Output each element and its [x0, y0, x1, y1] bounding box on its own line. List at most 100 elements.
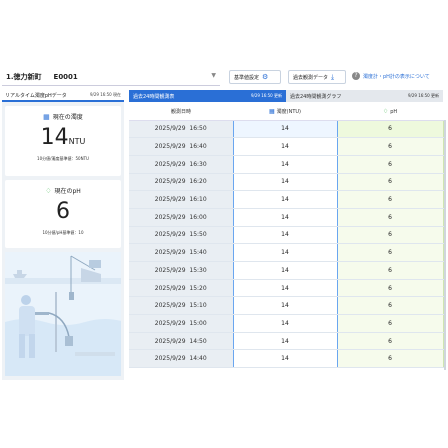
- table-row: 2025/9/29 15:20 14 6: [129, 279, 444, 298]
- table-row: 2025/9/29 14:50 14 6: [129, 332, 444, 351]
- cell-datetime: 2025/9/29 14:40: [129, 349, 233, 369]
- cell-turbidity: 14: [232, 279, 338, 298]
- building-icon: ▦: [43, 112, 50, 121]
- cell-turbidity: 14: [232, 332, 338, 351]
- drop-icon: ♢: [45, 186, 52, 195]
- cell-time: 15:00: [189, 319, 207, 327]
- cell-datetime: 2025/9/29 15:40: [129, 243, 233, 262]
- cell-ph: 6: [337, 208, 444, 227]
- cell-ph: 6: [337, 279, 444, 298]
- cell-turbidity: 14: [232, 314, 338, 333]
- cell-ph: 6: [337, 190, 444, 209]
- cell-date: 2025/9/29: [154, 266, 186, 274]
- cell-date: 2025/9/29: [154, 231, 186, 239]
- station-name: 1.徳力新町: [6, 72, 42, 81]
- cell-time: 16:10: [189, 196, 207, 204]
- past-data-label: 過去観測データ: [293, 74, 329, 81]
- cell-date: 2025/9/29: [154, 337, 186, 345]
- ph-label-row: ♢ 現在のpH: [5, 186, 121, 196]
- cell-turbidity: 14: [232, 226, 338, 245]
- cell-ph: 6: [337, 332, 444, 351]
- cell-datetime: 2025/9/29 15:20: [129, 279, 233, 298]
- cell-datetime: 2025/9/29 15:00: [129, 314, 233, 333]
- chevron-down-icon: ▼: [211, 72, 216, 79]
- cell-time: 15:10: [189, 302, 207, 310]
- table-row: 2025/9/29 15:10 14 6: [129, 296, 444, 316]
- cell-time: 16:40: [189, 143, 207, 151]
- past-data-button[interactable]: 過去観測データ ⤓: [288, 70, 346, 84]
- cell-datetime: 2025/9/29 16:50: [129, 120, 233, 139]
- cell-date: 2025/9/29: [154, 125, 186, 133]
- history-panel: 過去24時間観測表 9/29 16:50 更新 過去24時間観測グラフ 9/29…: [129, 90, 446, 380]
- cell-time: 14:40: [189, 355, 207, 363]
- cell-ph: 6: [337, 314, 444, 333]
- cell-turbidity: 14: [232, 261, 338, 280]
- construction-illustration: [5, 252, 121, 376]
- cell-date: 2025/9/29: [154, 160, 186, 168]
- cell-datetime: 2025/9/29 16:00: [129, 208, 233, 227]
- cell-ph: 6: [337, 349, 444, 369]
- ph-standard: 10分値/pH基準値：10: [42, 230, 84, 235]
- cell-date: 2025/9/29: [154, 284, 186, 292]
- table-row: 2025/9/29 15:40 14 6: [129, 243, 444, 262]
- realtime-panel-title: リアルタイム濁度pHデータ: [5, 92, 67, 99]
- table-row: 2025/9/29 16:40 14 6: [129, 137, 444, 156]
- table-row: 2025/9/29 16:30 14 6: [129, 155, 444, 174]
- cell-ph: 6: [337, 173, 444, 192]
- turbidity-unit: NTU: [68, 137, 86, 146]
- tab-24h-graph[interactable]: 過去24時間観測グラフ 9/29 16:50 更新: [286, 90, 443, 102]
- cell-ph: 6: [337, 137, 444, 156]
- cell-datetime: 2025/9/29 16:40: [129, 137, 233, 156]
- cell-date: 2025/9/29: [154, 319, 186, 327]
- tab-24h-table[interactable]: 過去24時間観測表 9/29 16:50 更新: [129, 90, 286, 102]
- station-code: E0001: [53, 72, 78, 81]
- cell-datetime: 2025/9/29 16:10: [129, 190, 233, 209]
- turbidity-value: 14: [40, 125, 69, 150]
- cell-ph: 6: [337, 226, 444, 245]
- building-icon: ▦: [268, 108, 275, 116]
- cell-time: 16:30: [189, 160, 207, 168]
- cell-time: 14:50: [189, 337, 207, 345]
- station-select[interactable]: 1.徳力新町 E0001 ▼: [2, 68, 220, 86]
- table-row: 2025/9/29 16:10 14 6: [129, 190, 444, 209]
- cell-date: 2025/9/29: [154, 178, 186, 186]
- standard-settings-button[interactable]: 基準値設定 ⚙: [229, 70, 281, 84]
- cell-turbidity: 14: [232, 155, 338, 174]
- table-scrollbar[interactable]: [444, 120, 446, 370]
- header-turbidity-label: 濁度(NTU): [276, 109, 302, 116]
- turbidity-value-row: 14NTU: [5, 125, 121, 150]
- cell-date: 2025/9/29: [154, 249, 186, 257]
- help-icon: ?: [352, 72, 360, 80]
- turbidity-standard: 10分値/濁度基準値：50NTU: [37, 156, 89, 161]
- cell-time: 15:50: [189, 231, 207, 239]
- cell-ph: 6: [337, 155, 444, 174]
- table-row: 2025/9/29 15:00 14 6: [129, 314, 444, 333]
- tab-24h-graph-label: 過去24時間観測グラフ: [290, 93, 342, 100]
- header-ph-label: pH: [390, 109, 398, 116]
- cell-datetime: 2025/9/29 15:50: [129, 226, 233, 245]
- cell-turbidity: 14: [232, 190, 338, 209]
- standard-settings-label: 基準値設定: [234, 74, 260, 81]
- cell-time: 16:00: [189, 213, 207, 221]
- gear-icon: ⚙: [262, 73, 269, 81]
- cell-ph: 6: [337, 261, 444, 280]
- help-link[interactable]: ? 濁度計・pH計の表示について: [352, 72, 430, 80]
- cell-date: 2025/9/29: [154, 143, 186, 151]
- cell-turbidity: 14: [232, 208, 338, 227]
- history-tabs: 過去24時間観測表 9/29 16:50 更新 過去24時間観測グラフ 9/29…: [129, 90, 443, 102]
- observation-table: 観測日時 ▦ 濁度(NTU) ♢ pH 2025/9/29 16:50 14 6 2025…: [129, 104, 444, 369]
- download-icon: ⤓: [331, 72, 335, 81]
- cell-ph: 6: [337, 120, 444, 139]
- cell-datetime: 2025/9/29 16:20: [129, 173, 233, 192]
- table-row: 2025/9/29 16:20 14 6: [129, 173, 444, 192]
- cell-turbidity: 14: [232, 137, 338, 156]
- cell-ph: 6: [337, 296, 444, 316]
- cell-time: 16:50: [189, 125, 207, 133]
- table-row: 2025/9/29 16:50 14 6: [129, 120, 444, 139]
- drop-icon: ♢: [382, 108, 389, 116]
- table-row: 2025/9/29 15:30 14 6: [129, 261, 444, 280]
- cell-date: 2025/9/29: [154, 302, 186, 310]
- tab-24h-table-timestamp: 9/29 16:50 更新: [250, 93, 282, 98]
- header-datetime: 観測日時: [129, 104, 233, 121]
- table-row: 2025/9/29 15:50 14 6: [129, 226, 444, 245]
